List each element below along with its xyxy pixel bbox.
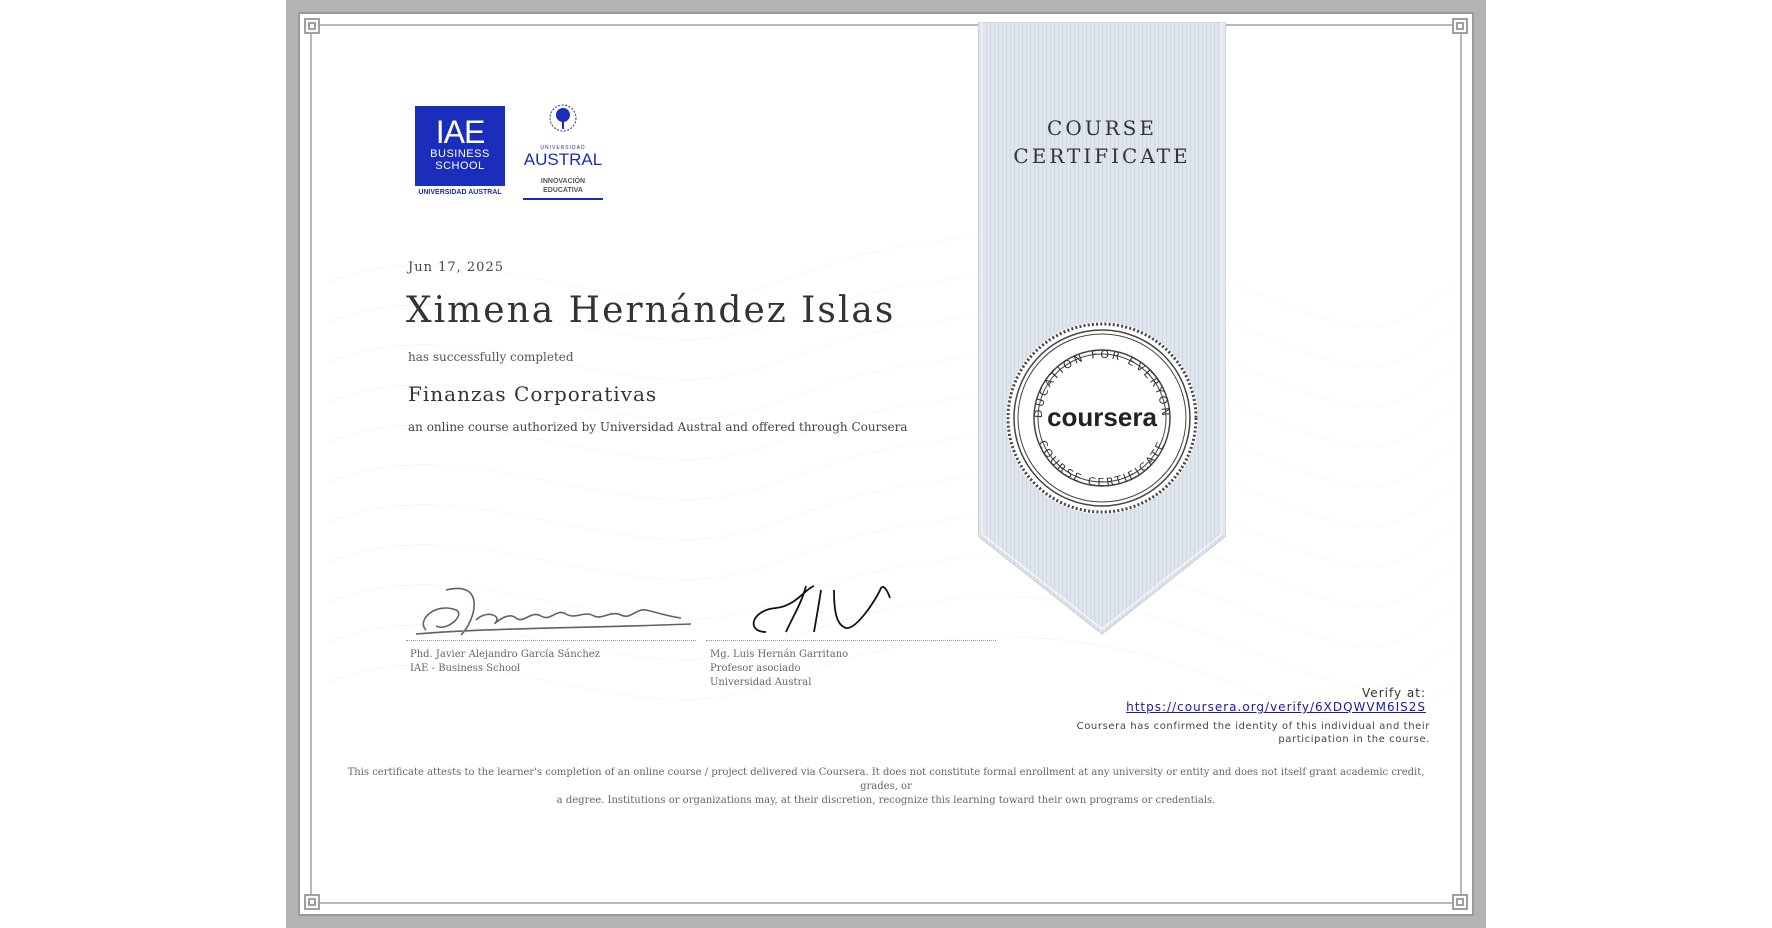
tree-emblem-icon — [549, 104, 577, 132]
signature-1-name: Phd. Javier Alejandro García Sánchez — [410, 649, 600, 660]
recipient-name: Ximena Hernández Islas — [406, 290, 896, 331]
signature-2-line — [706, 640, 996, 642]
signature-2-name: Mg. Luis Hernán Garritano — [710, 649, 849, 660]
offered-text: an online course authorized by Universid… — [408, 420, 908, 434]
signature-2-title: Profesor asociado — [710, 663, 801, 674]
austral-logo-sub1: INNOVACIÓN — [540, 178, 586, 185]
iae-logo-line2: SCHOOL — [435, 160, 485, 172]
identity-confirmation: Coursera has confirmed the identity of t… — [1070, 720, 1430, 746]
seal-brand: coursera — [1047, 402, 1157, 432]
corner-ornament-bottom-left — [304, 894, 320, 910]
corner-ornament-bottom-right — [1452, 894, 1468, 910]
signature-1-line — [406, 640, 696, 642]
austral-logo-sub2: EDUCATIVA — [543, 187, 583, 194]
austral-logo-name: AUSTRAL — [523, 150, 603, 169]
verify-label: Verify at: — [1362, 686, 1426, 700]
confirm-line1: Coursera has confirmed the identity of t… — [1076, 721, 1430, 732]
ribbon-title: COURSE CERTIFICATE — [978, 114, 1226, 170]
corner-ornament-top-right — [1452, 18, 1468, 34]
signature-1-text: Phd. Javier Alejandro García Sánchez IAE… — [406, 648, 696, 676]
corner-ornament-top-left — [304, 18, 320, 34]
ribbon-title-line2: CERTIFICATE — [1013, 144, 1191, 168]
disclaimer-line2: a degree. Institutions or organizations … — [556, 795, 1216, 806]
iae-business-school-logo: IAE BUSINESS SCHOOL UNIVERSIDAD AUSTRAL — [415, 106, 505, 196]
issue-date: Jun 17, 2025 — [408, 260, 504, 275]
iae-logo-box: IAE BUSINESS SCHOOL — [415, 106, 505, 186]
certificate-ribbon: COURSE CERTIFICATE EDUCATION FOR EVERYON… — [978, 22, 1226, 642]
signature-2-org: Universidad Austral — [710, 677, 812, 688]
signature-2-image — [752, 585, 891, 633]
certificate-disclaimer: This certificate attests to the learner'… — [336, 766, 1436, 808]
signature-2-text: Mg. Luis Hernán Garritano Profesor asoci… — [706, 648, 996, 690]
disclaimer-line1: This certificate attests to the learner'… — [347, 767, 1425, 792]
signature-1-image — [415, 587, 692, 636]
certificate-paper: IAE BUSINESS SCHOOL UNIVERSIDAD AUSTRAL … — [298, 12, 1474, 916]
completed-text: has successfully completed — [408, 350, 574, 364]
universidad-austral-logo: UNIVERSIDAD AUSTRAL INNOVACIÓN EDUCATIVA — [523, 104, 603, 204]
iae-logo-line1: BUSINESS — [430, 148, 490, 160]
confirm-line2: participation in the course. — [1278, 734, 1430, 745]
coursera-seal: EDUCATION FOR EVERYONE COURSE CERTIFICAT… — [1004, 320, 1198, 514]
verification-block: Verify at: https://coursera.org/verify/6… — [1126, 686, 1426, 714]
iae-logo-footer: UNIVERSIDAD AUSTRAL — [418, 189, 502, 196]
certificate-sheet: IAE BUSINESS SCHOOL UNIVERSIDAD AUSTRAL … — [286, 0, 1486, 928]
signature-block-2: Mg. Luis Hernán Garritano Profesor asoci… — [706, 580, 996, 690]
signature-block-1: Phd. Javier Alejandro García Sánchez IAE… — [406, 580, 696, 676]
ribbon-title-line1: COURSE — [1047, 116, 1157, 140]
signature-1-org: IAE - Business School — [410, 663, 521, 674]
austral-logo-underline — [523, 198, 603, 200]
iae-logo-big: IAE — [435, 114, 486, 150]
verify-url-link[interactable]: https://coursera.org/verify/6XDQWVM6IS2S — [1126, 700, 1426, 714]
course-name: Finanzas Corporativas — [408, 382, 658, 406]
